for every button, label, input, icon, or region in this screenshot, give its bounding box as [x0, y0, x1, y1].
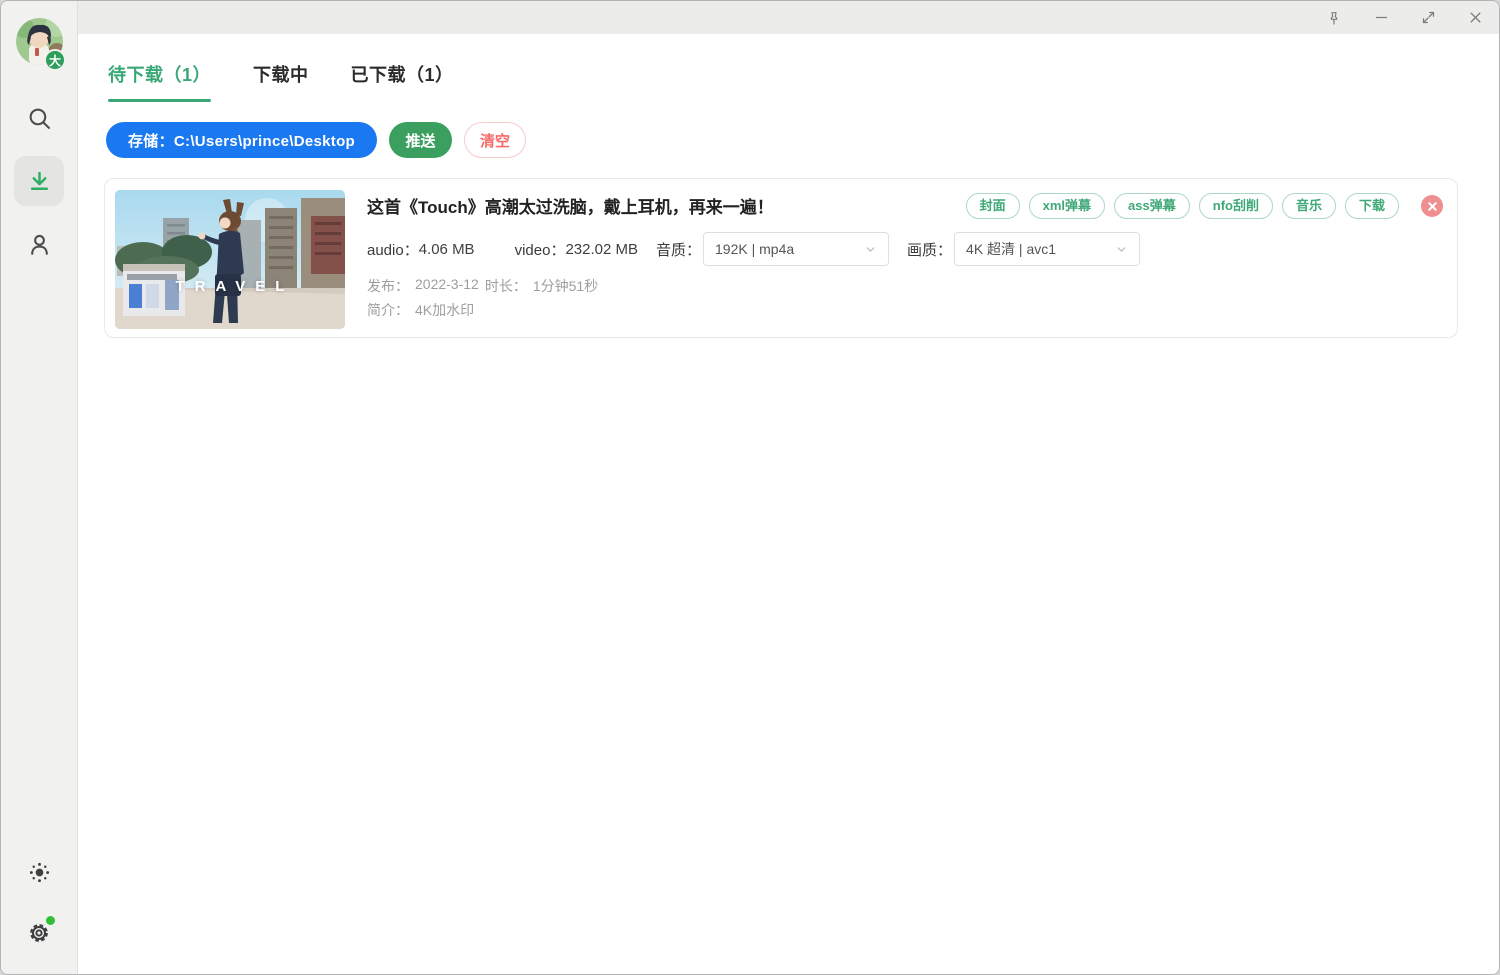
video-size: 232.02 MB — [565, 241, 638, 258]
avatar[interactable]: 大 — [16, 18, 63, 65]
download-item-card: TRAVEL 这首《Touch》高潮太过洗脑，戴上耳机，再来一遍！ 封面 xml… — [104, 178, 1458, 338]
video-quality-label: 画质： — [907, 239, 952, 260]
storage-path-button[interactable]: 存储：C:\Users\prince\Desktop — [106, 122, 377, 158]
audio-label: audio： — [367, 239, 419, 260]
intro-row: 简介： 4K加水印 — [367, 300, 474, 320]
audio-quality-value: 192K | mp4a — [715, 241, 794, 257]
video-title: 这首《Touch》高潮太过洗脑，戴上耳机，再来一遍！ — [367, 193, 774, 218]
tag-xml-danmaku[interactable]: xml弹幕 — [1029, 193, 1105, 219]
audio-size: 4.06 MB — [419, 241, 475, 258]
clear-button[interactable]: 清空 — [464, 122, 526, 158]
tag-nfo-scrape[interactable]: nfo刮削 — [1199, 193, 1273, 219]
meta-row: audio： 4.06 MB video： 232.02 MB 音质： 192K… — [367, 232, 1140, 266]
intro-value: 4K加水印 — [415, 300, 474, 320]
publish-row: 发布： 2022-3-12 时长： 1分钟51秒 — [367, 276, 598, 296]
user-icon — [27, 232, 52, 257]
settings-notification-dot — [46, 916, 55, 925]
tab-downloading-label: 下载中 — [253, 65, 309, 85]
audio-quality-label: 音质： — [656, 239, 701, 260]
chevron-down-icon — [864, 243, 877, 256]
tab-pending[interactable]: 待下载（1） — [108, 61, 211, 89]
window-controls — [1324, 8, 1485, 28]
sidebar: 大 — [1, 1, 78, 974]
sidebar-item-search[interactable] — [14, 93, 64, 143]
publish-date: 2022-3-12 — [415, 276, 479, 296]
tag-cover[interactable]: 封面 — [966, 193, 1020, 219]
sidebar-footer — [14, 847, 64, 958]
close-icon[interactable] — [1465, 8, 1485, 28]
push-button[interactable]: 推送 — [389, 122, 452, 158]
sidebar-item-user[interactable] — [14, 219, 64, 269]
download-icon — [27, 169, 52, 194]
sidebar-item-theme[interactable] — [14, 847, 64, 897]
video-quality-select[interactable]: 4K 超清 | avc1 — [954, 232, 1140, 266]
tag-ass-danmaku[interactable]: ass弹幕 — [1114, 193, 1190, 219]
thumbnail-overlay-text: TRAVEL — [115, 278, 345, 295]
remove-item-button[interactable] — [1421, 195, 1443, 217]
toolbar: 存储：C:\Users\prince\Desktop 推送 清空 — [106, 122, 526, 158]
thumbnail-art — [115, 190, 345, 329]
close-x-icon — [1427, 201, 1438, 212]
duration-label: 时长： — [485, 276, 527, 296]
sidebar-item-downloads[interactable] — [14, 156, 64, 206]
video-label: video： — [515, 239, 566, 260]
brightness-icon — [28, 861, 51, 884]
tag-row: 封面 xml弹幕 ass弹幕 nfo刮削 音乐 下载 — [966, 193, 1443, 219]
video-thumbnail[interactable]: TRAVEL — [115, 190, 345, 329]
tab-downloaded[interactable]: 已下载（1） — [351, 61, 454, 89]
pin-icon[interactable] — [1324, 8, 1344, 28]
tag-download[interactable]: 下载 — [1345, 193, 1399, 219]
chevron-down-icon — [1115, 243, 1128, 256]
tab-downloaded-label: 已下载（1） — [351, 65, 454, 85]
avatar-badge: 大 — [44, 49, 66, 71]
search-icon — [27, 106, 52, 131]
publish-label: 发布： — [367, 276, 409, 296]
video-quality-value: 4K 超清 | avc1 — [966, 239, 1056, 259]
tab-bar: 待下载（1） 下载中 已下载（1） — [108, 61, 454, 89]
tab-pending-label: 待下载（1） — [108, 65, 211, 85]
intro-label: 简介： — [367, 300, 409, 320]
duration-value: 1分钟51秒 — [533, 276, 598, 296]
main-content: 待下载（1） 下载中 已下载（1） 存储：C:\Users\prince\Des… — [78, 34, 1499, 974]
maximize-icon[interactable] — [1418, 8, 1438, 28]
sidebar-nav — [14, 93, 64, 269]
window-titlebar[interactable] — [78, 1, 1499, 34]
audio-quality-select[interactable]: 192K | mp4a — [703, 232, 889, 266]
tag-music[interactable]: 音乐 — [1282, 193, 1336, 219]
minimize-icon[interactable] — [1371, 8, 1391, 28]
tab-downloading[interactable]: 下载中 — [253, 61, 309, 89]
app-window: 大 — [0, 0, 1500, 975]
gear-icon — [27, 921, 51, 945]
sidebar-item-settings[interactable] — [14, 908, 64, 958]
